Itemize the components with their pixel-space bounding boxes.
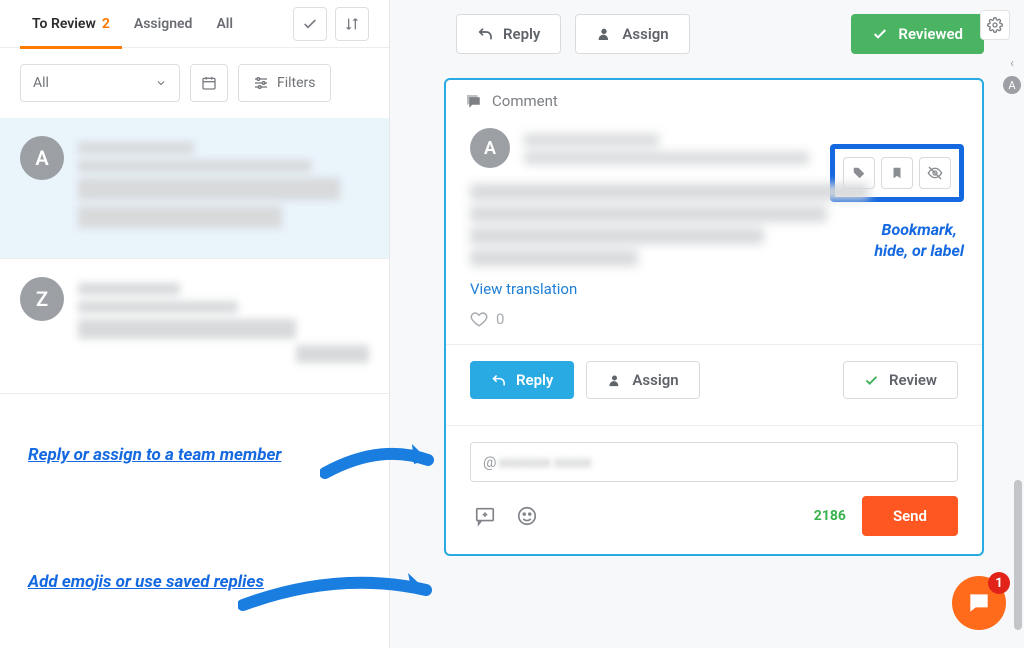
annotation-arrow: [238, 565, 438, 620]
reply-button[interactable]: Reply: [456, 14, 561, 54]
right-rail: ‹ A: [1000, 56, 1024, 94]
list-item[interactable]: Z: [0, 259, 389, 394]
redacted-content: [78, 277, 369, 369]
likes-count: 0: [496, 310, 504, 328]
filter-dropdown-all[interactable]: All: [20, 64, 180, 102]
tab-count: 2: [102, 16, 110, 32]
reply-icon: [477, 26, 493, 42]
check-icon: [864, 373, 879, 388]
filters-button[interactable]: Filters: [238, 64, 331, 102]
redacted-content: [524, 128, 824, 170]
redacted-content: [470, 184, 890, 266]
comment-icon: [464, 92, 482, 110]
heart-icon[interactable]: [470, 310, 488, 328]
chat-icon: [966, 590, 992, 616]
bookmark-icon: [890, 166, 904, 180]
chat-badge: 1: [988, 572, 1010, 594]
list-item[interactable]: A: [0, 118, 389, 259]
user-icon: [607, 373, 622, 388]
reply-input[interactable]: @ xxxxxxx xxxxx: [470, 442, 958, 482]
sort-button[interactable]: [335, 7, 369, 41]
reply-compose: @ xxxxxxx xxxxx 2186 Send: [446, 425, 982, 554]
send-button[interactable]: Send: [862, 496, 958, 536]
button-label: Send: [893, 507, 927, 525]
sort-icon: [344, 16, 360, 32]
sliders-icon: [253, 75, 269, 91]
reviewed-button[interactable]: Reviewed: [851, 14, 984, 54]
annotation-arrow: [320, 438, 440, 488]
filters-label: Filters: [277, 75, 316, 91]
tag-icon: [852, 166, 866, 180]
button-label: Reviewed: [898, 25, 963, 43]
reply-icon: [491, 373, 506, 388]
dropdown-label: All: [33, 75, 49, 91]
annotation-reply-assign: Reply or assign to a team member: [28, 445, 281, 465]
tab-label: To Review: [32, 16, 96, 32]
comment-card: Comment Bookmark, hide, or label A: [444, 78, 984, 556]
chevron-down-icon: [155, 77, 167, 89]
avatar: A: [20, 136, 64, 180]
hide-button[interactable]: [919, 157, 951, 189]
filters-row: All Filters: [0, 48, 389, 118]
button-label: Assign: [622, 25, 668, 43]
char-count: 2186: [814, 508, 846, 524]
assign-button-secondary[interactable]: Assign: [586, 361, 699, 399]
avatar-small[interactable]: A: [1003, 76, 1021, 94]
review-button[interactable]: Review: [843, 361, 958, 399]
reply-button-primary[interactable]: Reply: [470, 361, 574, 399]
check-toggle-button[interactable]: [293, 7, 327, 41]
tab-all[interactable]: All: [204, 0, 245, 48]
smile-icon: [516, 505, 538, 527]
gear-icon: [987, 17, 1003, 33]
comment-actions: Reply Assign Review: [470, 361, 958, 403]
annotation-text: Bookmark,: [882, 220, 957, 239]
main-content: ‹ A Reply Assign Reviewed Comment: [390, 0, 1024, 648]
tabs-row: To Review 2 Assigned All: [0, 0, 389, 48]
sidebar: To Review 2 Assigned All All: [0, 0, 390, 648]
date-filter-button[interactable]: [190, 64, 228, 102]
annotation-emoji-saved: Add emojis or use saved replies: [28, 572, 264, 592]
avatar: A: [470, 128, 510, 168]
check-icon: [872, 26, 888, 42]
view-translation-link[interactable]: View translation: [470, 280, 577, 298]
avatar: Z: [20, 277, 64, 321]
tab-to-review[interactable]: To Review 2: [20, 0, 122, 48]
button-label: Assign: [632, 371, 678, 389]
settings-button[interactable]: [980, 10, 1010, 40]
redacted-mention: xxxxxxx xxxxx: [498, 453, 591, 471]
button-label: Review: [889, 371, 937, 389]
reply-toolbar: 2186 Send: [470, 496, 958, 536]
user-icon: [596, 26, 612, 42]
card-title: Comment: [492, 92, 558, 110]
emoji-button[interactable]: [512, 501, 542, 531]
saved-replies-button[interactable]: [470, 501, 500, 531]
card-header: Comment: [446, 80, 982, 122]
check-icon: [302, 16, 318, 32]
scrollbar[interactable]: [1014, 480, 1022, 630]
assign-button[interactable]: Assign: [575, 14, 689, 54]
button-label: Reply: [516, 371, 553, 389]
top-action-bar: Reply Assign Reviewed: [430, 0, 984, 78]
chat-plus-icon: [474, 505, 496, 527]
redacted-content: [78, 136, 369, 234]
button-label: Reply: [503, 25, 540, 43]
eye-off-icon: [927, 165, 943, 181]
calendar-icon: [201, 75, 217, 91]
likes-row: 0: [470, 298, 958, 328]
chat-widget[interactable]: 1: [952, 576, 1006, 630]
tab-assigned[interactable]: Assigned: [122, 0, 205, 48]
mention-prefix: @: [483, 453, 496, 471]
chevron-left-icon[interactable]: ‹: [1010, 56, 1014, 70]
